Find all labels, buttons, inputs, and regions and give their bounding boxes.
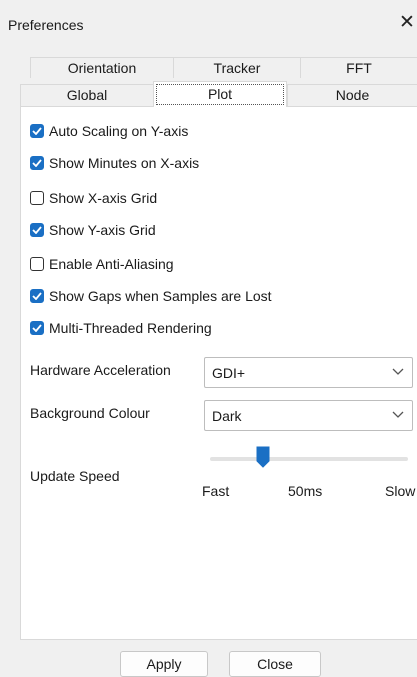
chevron-down-icon [392,411,404,418]
option-show-y-grid[interactable]: Show Y-axis Grid [30,220,156,240]
window-title: Preferences [8,17,84,33]
hardware-acceleration-label: Hardware Acceleration [30,362,171,378]
update-speed-label: Update Speed [30,468,120,484]
option-auto-scaling-y[interactable]: Auto Scaling on Y-axis [30,121,188,141]
checkbox-empty[interactable] [30,257,44,271]
option-show-gaps[interactable]: Show Gaps when Samples are Lost [30,286,272,306]
slider-thumb[interactable] [256,446,270,468]
tab-orientation[interactable]: Orientation [30,57,173,78]
select-value: GDI+ [212,364,246,381]
option-label: Show X-axis Grid [49,190,158,206]
option-show-minutes-x[interactable]: Show Minutes on X-axis [30,153,199,173]
check-icon[interactable] [30,124,44,138]
option-label: Show Minutes on X-axis [49,155,200,171]
tab-plot[interactable]: Plot [153,81,287,107]
checkbox-empty[interactable] [30,191,44,205]
select-value: Dark [212,407,242,424]
close-button[interactable]: Close [229,651,321,677]
option-label: Enable Anti-Aliasing [49,256,174,272]
hardware-acceleration-select[interactable]: GDI+ [204,357,413,388]
speed-value-label: 50ms [288,483,323,499]
tab-node[interactable]: Node [287,84,417,106]
option-show-x-grid[interactable]: Show X-axis Grid [30,188,157,208]
background-colour-label: Background Colour [30,405,150,421]
option-multi-threaded[interactable]: Multi-Threaded Rendering [30,318,212,338]
option-label: Show Y-axis Grid [49,222,156,238]
speed-max-label: Slow [385,483,416,499]
tab-plot-label: Plot [156,84,284,105]
option-label: Multi-Threaded Rendering [49,320,212,336]
tab-global[interactable]: Global [20,84,153,106]
apply-button[interactable]: Apply [120,651,208,677]
option-anti-aliasing[interactable]: Enable Anti-Aliasing [30,254,174,274]
chevron-down-icon [392,368,404,375]
check-icon[interactable] [30,223,44,237]
tab-fft[interactable]: FFT [300,57,417,78]
speed-min-label: Fast [202,483,230,499]
option-label: Show Gaps when Samples are Lost [49,288,272,304]
option-label: Auto Scaling on Y-axis [49,123,189,139]
background-colour-select[interactable]: Dark [204,400,413,431]
close-icon[interactable]: ✕ [399,12,417,34]
tab-tracker[interactable]: Tracker [173,57,300,78]
check-icon[interactable] [30,321,44,335]
check-icon[interactable] [30,289,44,303]
check-icon[interactable] [30,156,44,170]
update-speed-track[interactable] [210,457,408,461]
